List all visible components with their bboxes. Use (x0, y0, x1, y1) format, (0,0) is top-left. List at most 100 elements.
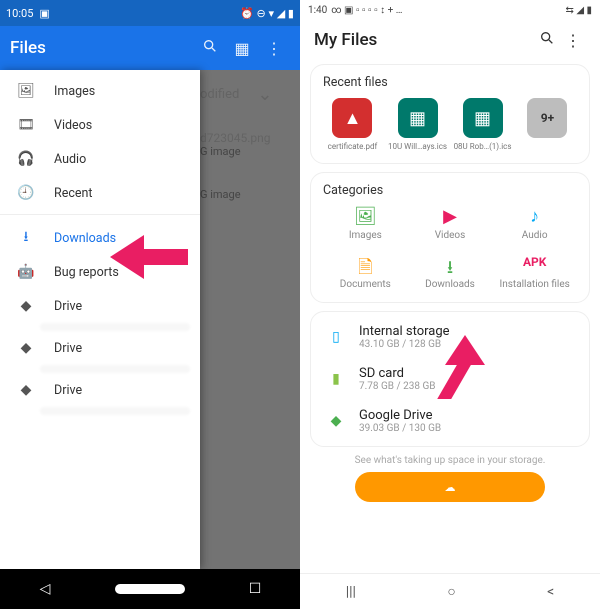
recent-file-label: 08U Rob…(1).ics (453, 142, 512, 151)
drawer-item-label: Bug reports (54, 265, 119, 280)
bug-icon: 🤖 (16, 262, 36, 282)
nav-home-icon[interactable]: ○ (447, 583, 455, 600)
category-audio[interactable]: ♪ Audio (492, 206, 577, 241)
nav-home-pill[interactable] (115, 584, 185, 594)
apk-icon: APK (492, 255, 577, 277)
analyze-storage-button[interactable]: ☁ (355, 472, 545, 502)
nav-recents-icon[interactable]: ☐ (235, 581, 275, 597)
status-notif-icon: ▣ (39, 7, 49, 20)
nav-back-icon[interactable]: < (547, 584, 554, 600)
recent-icon: 🕘 (16, 183, 36, 203)
phone-icon: ▯ (325, 326, 347, 348)
search-icon[interactable] (194, 38, 226, 58)
category-label: Documents (323, 279, 408, 290)
drawer-item-recent[interactable]: 🕘 Recent (0, 176, 200, 210)
app-bar: Files ▦ ⋮ (0, 26, 300, 70)
phone-stock-files: 10:05 ▣ ⏰ ⊖ ▾ ◢ ▮ Files ▦ ⋮ odified ⌄ d7… (0, 0, 300, 609)
category-installation-files[interactable]: APK Installation files (492, 255, 577, 290)
grid-view-icon[interactable]: ▦ (226, 39, 258, 58)
category-videos[interactable]: ▶ Videos (408, 206, 493, 241)
drawer-item-label: Drive (54, 383, 82, 398)
status-bar: 10:05 ▣ ⏰ ⊖ ▾ ◢ ▮ (0, 0, 300, 26)
document-icon: 🗎 (323, 255, 408, 277)
recent-file[interactable]: ▦ 10U Will…ays.ics (388, 98, 447, 151)
drawer-item-drive[interactable]: ◆ Drive (0, 373, 200, 407)
recent-file-more[interactable]: 9+ (518, 98, 577, 151)
nav-back-icon[interactable]: ◁ (25, 581, 65, 597)
drive-icon: ◆ (325, 410, 347, 432)
recent-file-label: 10U Will…ays.ics (388, 142, 447, 151)
drawer-item-label: Drive (54, 341, 82, 356)
search-icon[interactable] (534, 30, 560, 50)
image-icon: 🖼 (323, 206, 408, 228)
app-title: Files (10, 38, 46, 58)
calendar-icon: ▦ (398, 98, 438, 138)
recent-file-label (518, 142, 577, 151)
drawer-item-downloads[interactable]: ⭳ Downloads (0, 221, 200, 255)
drawer-item-videos[interactable]: 🎞 Videos (0, 108, 200, 142)
drawer-item-drive[interactable]: ◆ Drive (0, 289, 200, 323)
drive-icon: ◆ (16, 296, 36, 316)
drawer-item-label: Drive (54, 299, 82, 314)
download-icon: ⭳ (16, 228, 36, 248)
status-time: 1:40 (308, 5, 327, 16)
cloud-icon: ☁ (445, 481, 456, 494)
overflow-icon[interactable]: ⋮ (258, 39, 290, 58)
status-bar: 1:40 ∞ ▣ ▫ ▫ ▫ ▫ ↕ + … ⇆ ◢ ▮ (300, 0, 600, 20)
category-label: Videos (408, 230, 493, 241)
nav-recents-icon[interactable]: ||| (346, 584, 356, 600)
system-nav-bar: ||| ○ < (300, 573, 600, 609)
image-icon: 🖼 (16, 81, 36, 101)
storage-title: Internal storage (359, 324, 450, 339)
status-right-icons: ⇆ ◢ ▮ (565, 5, 592, 16)
storage-title: Google Drive (359, 408, 441, 423)
sd-card-icon: ▮ (325, 368, 347, 390)
download-icon: ⭳ (408, 255, 493, 277)
audio-icon: ♪ (492, 206, 577, 228)
storage-sd-card[interactable]: ▮ SD card 7.78 GB / 238 GB (311, 358, 589, 400)
category-images[interactable]: 🖼 Images (323, 206, 408, 241)
drawer-item-audio[interactable]: 🎧 Audio (0, 142, 200, 176)
drawer-item-label: Audio (54, 152, 86, 167)
section-title: Categories (323, 183, 577, 198)
header: My Files ⋮ (300, 20, 600, 56)
recent-files-card: Recent files ▲ certificate.pdf ▦ 10U Wil… (310, 64, 590, 164)
recent-file-label: certificate.pdf (323, 142, 382, 151)
page-title: My Files (314, 30, 534, 50)
drive-icon: ◆ (16, 338, 36, 358)
drawer-item-images[interactable]: 🖼 Images (0, 74, 200, 108)
redacted (40, 365, 190, 373)
status-time: 10:05 (6, 7, 33, 20)
drawer-item-drive[interactable]: ◆ Drive (0, 331, 200, 365)
calendar-icon: ▦ (463, 98, 503, 138)
storage-title: SD card (359, 366, 436, 381)
video-icon: 🎞 (16, 115, 36, 135)
redacted (40, 407, 190, 415)
storage-google-drive[interactable]: ◆ Google Drive 39.03 GB / 130 GB (311, 400, 589, 442)
category-label: Downloads (408, 279, 493, 290)
categories-card: Categories 🖼 Images ▶ Videos ♪ Audio 🗎 D… (310, 172, 590, 303)
phone-samsung-my-files: 1:40 ∞ ▣ ▫ ▫ ▫ ▫ ↕ + … ⇆ ◢ ▮ My Files ⋮ … (300, 0, 600, 609)
pdf-icon: ▲ (332, 98, 372, 138)
overflow-icon[interactable]: ⋮ (560, 31, 586, 50)
storage-subtitle: 7.78 GB / 238 GB (359, 381, 436, 392)
audio-icon: 🎧 (16, 149, 36, 169)
section-title: Recent files (323, 75, 577, 90)
drawer-item-label: Recent (54, 186, 93, 201)
drawer-item-label: Images (54, 84, 95, 99)
recent-file[interactable]: ▦ 08U Rob…(1).ics (453, 98, 512, 151)
video-icon: ▶ (408, 206, 493, 228)
drawer-item-label: Downloads (54, 231, 116, 246)
drawer-item-bug-reports[interactable]: 🤖 Bug reports (0, 255, 200, 289)
storage-tip: See what's taking up space in your stora… (300, 455, 600, 466)
category-downloads[interactable]: ⭳ Downloads (408, 255, 493, 290)
category-documents[interactable]: 🗎 Documents (323, 255, 408, 290)
storage-subtitle: 43.10 GB / 128 GB (359, 339, 450, 350)
storage-internal[interactable]: ▯ Internal storage 43.10 GB / 128 GB (311, 316, 589, 358)
more-badge: 9+ (527, 98, 567, 138)
navigation-drawer: 🖼 Images 🎞 Videos 🎧 Audio 🕘 Recent (0, 70, 200, 569)
category-label: Installation files (492, 279, 577, 290)
status-right-icons: ⏰ ⊖ ▾ ◢ ▮ (240, 7, 294, 20)
drawer-item-label: Videos (54, 118, 92, 133)
recent-file[interactable]: ▲ certificate.pdf (323, 98, 382, 151)
